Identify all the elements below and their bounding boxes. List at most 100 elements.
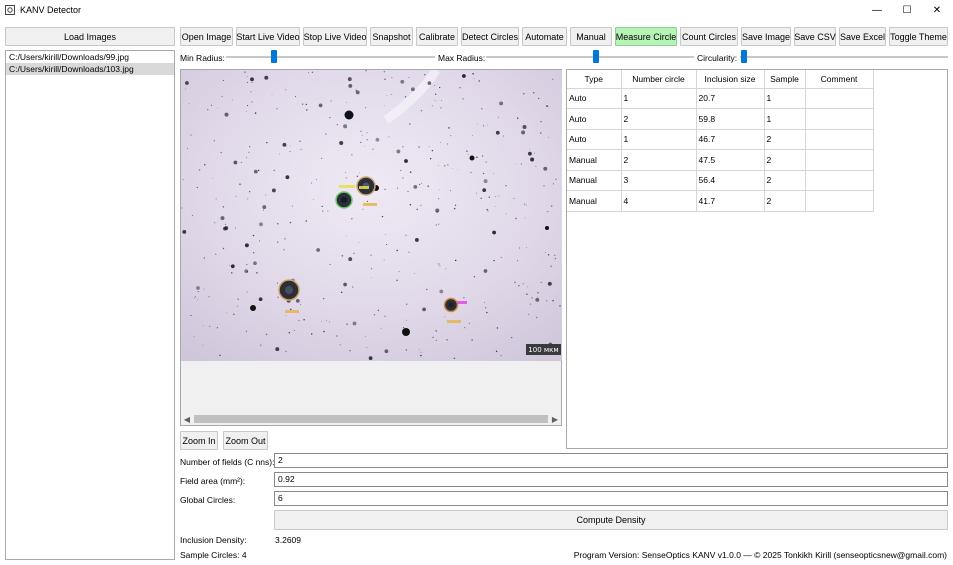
min-radius-slider[interactable]	[226, 56, 435, 58]
table-row[interactable]: Manual 2 47.5 2	[567, 149, 874, 171]
field-area-input[interactable]: 0.92	[274, 472, 948, 487]
table-cell[interactable]: Manual	[567, 149, 622, 171]
speckle	[288, 332, 290, 334]
speckle	[388, 136, 390, 138]
speckle	[404, 96, 407, 98]
measure-circle-button[interactable]: Measure Circle	[615, 27, 677, 46]
max-radius-slider[interactable]	[486, 56, 694, 58]
chevron-right-icon[interactable]: ▶	[549, 413, 561, 425]
table-cell[interactable]: Manual	[567, 190, 622, 212]
table-row[interactable]: Auto 2 59.8 1	[567, 108, 874, 130]
save-excel-button[interactable]: Save Excel	[839, 27, 886, 46]
speckle	[422, 307, 427, 312]
save-csv-button[interactable]: Save CSV	[794, 27, 836, 46]
speckle	[554, 254, 556, 256]
table-cell[interactable]: 2	[621, 108, 697, 130]
table-row[interactable]: Manual 3 56.4 2	[567, 170, 874, 191]
file-item-103[interactable]: C:/Users/kirill/Downloads/103.jpg	[6, 63, 174, 75]
sample-circles-text: Sample Circles: 4	[180, 550, 247, 560]
speckle	[186, 147, 188, 150]
column-header-comment[interactable]: Comment	[805, 70, 874, 89]
start-live-video-button[interactable]: Start Live Video	[236, 27, 300, 46]
table-cell[interactable]	[805, 88, 874, 109]
stop-live-video-button[interactable]: Stop Live Video	[303, 27, 367, 46]
speckle	[486, 208, 488, 211]
column-header-sample[interactable]: Sample	[764, 70, 806, 89]
speckle	[446, 339, 448, 341]
table-cell[interactable]: 59.8	[696, 108, 765, 130]
table-row[interactable]: Auto 1 46.7 2	[567, 129, 874, 150]
table-cell[interactable]	[805, 170, 874, 191]
scrollbar-thumb[interactable]	[194, 415, 548, 423]
table-cell[interactable]: 2	[764, 170, 806, 191]
column-header-number-circle[interactable]: Number circle	[621, 70, 697, 89]
speckle	[420, 109, 423, 112]
speckle	[216, 327, 218, 329]
chevron-left-icon[interactable]: ◀	[181, 413, 193, 425]
speckle	[246, 291, 248, 293]
image-file-list: C:/Users/kirill/Downloads/99.jpg C:/User…	[5, 50, 175, 560]
zoom-out-button[interactable]: Zoom Out	[223, 431, 268, 450]
table-cell[interactable]: 20.7	[696, 88, 765, 109]
table-cell[interactable]	[805, 129, 874, 150]
load-images-button[interactable]: Load Images	[5, 27, 175, 46]
global-circles-input[interactable]: 6	[274, 491, 948, 506]
save-image-button[interactable]: Save Image	[741, 27, 791, 46]
table-row[interactable]: Manual 4 41.7 2	[567, 190, 874, 212]
snapshot-button[interactable]: Snapshot	[370, 27, 413, 46]
table-cell[interactable]: Manual	[567, 170, 622, 191]
speckle	[473, 78, 475, 80]
table-cell[interactable]: 1	[764, 88, 806, 109]
calibrate-button[interactable]: Calibrate	[416, 27, 458, 46]
max-radius-slider-thumb[interactable]	[593, 50, 599, 63]
close-button[interactable]: ✕	[922, 0, 952, 20]
open-image-button[interactable]: Open Image	[180, 27, 233, 46]
image-horizontal-scrollbar[interactable]: ◀ ▶	[181, 413, 561, 425]
table-cell[interactable]: 1	[621, 88, 697, 109]
speckle	[322, 210, 324, 212]
table-cell[interactable]: Auto	[567, 129, 622, 150]
table-cell[interactable]: 46.7	[696, 129, 765, 150]
automate-button[interactable]: Automate	[522, 27, 567, 46]
detect-circles-button[interactable]: Detect Circles	[461, 27, 519, 46]
column-header-type[interactable]: Type	[567, 70, 622, 89]
table-cell[interactable]: 3	[621, 170, 697, 191]
toggle-theme-button[interactable]: Toggle Theme	[889, 27, 948, 46]
table-cell[interactable]: 47.5	[696, 149, 765, 171]
table-cell[interactable]: 4	[621, 190, 697, 212]
table-cell[interactable]: 2	[621, 149, 697, 171]
min-radius-slider-thumb[interactable]	[271, 50, 277, 63]
count-circles-button[interactable]: Count Circles	[680, 27, 738, 46]
table-cell[interactable]: 2	[764, 190, 806, 212]
table-cell[interactable]: 1	[764, 108, 806, 130]
manual-button[interactable]: Manual	[570, 27, 612, 46]
table-cell[interactable]	[805, 108, 874, 130]
speckle	[404, 159, 408, 163]
maximize-button[interactable]: ☐	[892, 0, 922, 20]
table-cell[interactable]: 56.4	[696, 170, 765, 191]
table-cell[interactable]	[805, 190, 874, 212]
circularity-slider-thumb[interactable]	[741, 50, 747, 63]
global-circles-label: Global Circles:	[180, 495, 236, 505]
speckle	[545, 252, 546, 253]
table-cell[interactable]	[805, 149, 874, 171]
file-item-99[interactable]: C:/Users/kirill/Downloads/99.jpg	[6, 51, 174, 63]
table-cell[interactable]: Auto	[567, 88, 622, 109]
speckle	[515, 163, 517, 165]
speckle	[265, 194, 267, 196]
table-row[interactable]: Auto 1 20.7 1	[567, 88, 874, 109]
speckle	[246, 81, 249, 84]
table-cell[interactable]: 1	[621, 129, 697, 150]
minimize-button[interactable]: —	[862, 0, 892, 20]
circularity-slider[interactable]	[740, 56, 948, 58]
table-cell[interactable]: 2	[764, 149, 806, 171]
table-cell[interactable]: 41.7	[696, 190, 765, 212]
compute-density-button[interactable]: Compute Density	[274, 510, 948, 530]
number-of-fields-input[interactable]: 2	[274, 453, 948, 468]
table-cell[interactable]: Auto	[567, 108, 622, 130]
zoom-in-button[interactable]: Zoom In	[180, 431, 218, 450]
microscope-image[interactable]: 100 мкм	[181, 70, 562, 361]
table-cell[interactable]: 2	[764, 129, 806, 150]
speckle	[420, 204, 422, 206]
column-header-inclusion-size[interactable]: Inclusion size	[696, 70, 765, 89]
